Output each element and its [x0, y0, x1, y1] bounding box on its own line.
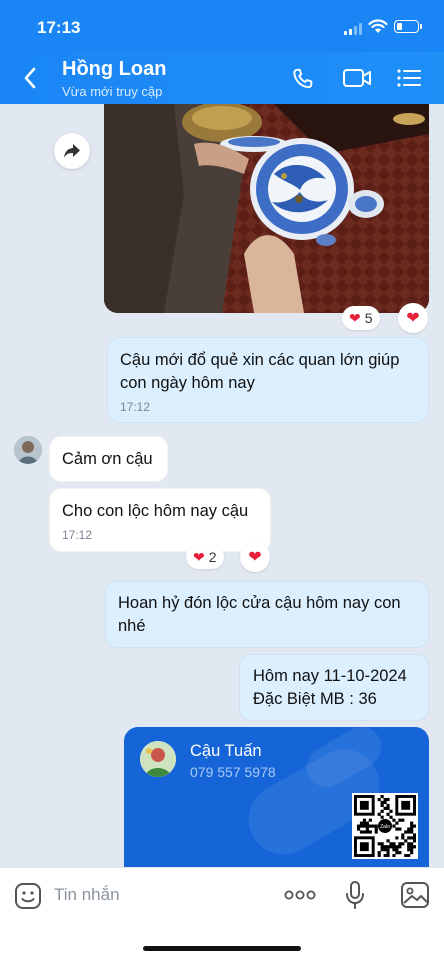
wifi-icon	[368, 19, 388, 33]
status-time: 17:13	[37, 18, 81, 37]
heart-icon: ❤	[193, 548, 205, 565]
forward-icon	[64, 144, 80, 158]
message-bubble-outgoing[interactable]: Cậu mới đổ quẻ xin các quan lớn giúp con…	[107, 337, 429, 423]
message-bubble-outgoing[interactable]: Hôm nay 11-10-2024 Đặc Biệt MB : 36	[239, 654, 429, 721]
signal-icon	[344, 23, 362, 35]
message-input[interactable]: Tin nhắn	[54, 885, 120, 905]
message-text: Cậu mới đổ quẻ xin các quan lớn giúp con…	[120, 351, 400, 392]
contact-card-name: Cậu Tuấn	[190, 742, 262, 760]
sender-avatar[interactable]	[14, 436, 42, 464]
forward-button[interactable]	[54, 133, 90, 169]
photo-message[interactable]	[104, 104, 429, 313]
contact-card-avatar	[140, 741, 176, 777]
svg-text:Zalo: Zalo	[380, 824, 390, 830]
message-text: Cho con lộc hôm nay cậu	[62, 502, 249, 520]
message-bubble-incoming[interactable]: Cảm ơn cậu	[49, 436, 168, 482]
message-bubble-outgoing[interactable]: Hoan hỷ đón lộc cửa cậu hôm nay con nhé	[105, 581, 429, 648]
message-time: 17:12	[62, 528, 93, 542]
phone-icon[interactable]	[290, 66, 316, 92]
react-heart-button[interactable]: ❤	[398, 303, 428, 333]
image-icon[interactable]	[400, 881, 430, 909]
message-reaction-summary[interactable]: ❤ 2	[186, 545, 224, 569]
heart-icon: ❤	[406, 310, 420, 327]
message-text: Cảm ơn cậu	[62, 450, 153, 468]
avatar-image	[14, 436, 42, 464]
message-time: 17:12	[120, 400, 151, 414]
back-arrow-icon[interactable]	[22, 65, 38, 91]
heart-icon: ❤	[349, 309, 361, 326]
contact-status: Vừa mới truy cập	[62, 84, 163, 99]
photo-content-illustration	[104, 104, 429, 313]
message-text: Hoan hỷ đón lộc cửa cậu hôm nay con nhé	[118, 594, 401, 635]
photo-reaction-summary[interactable]: ❤ 5	[342, 306, 380, 330]
sticker-icon[interactable]	[14, 882, 42, 910]
heart-icon: ❤	[248, 549, 262, 566]
battery-icon	[394, 20, 422, 33]
status-bar: 17:13	[0, 0, 444, 52]
react-heart-button[interactable]: ❤	[240, 542, 270, 572]
microphone-icon[interactable]	[344, 880, 366, 910]
contact-qr-code[interactable]: Zalo	[352, 793, 418, 859]
home-indicator	[143, 946, 301, 951]
message-text-line2: Đặc Biệt MB : 36	[253, 690, 377, 708]
chat-header: Hồng Loan Vừa mới truy cập	[0, 52, 444, 104]
contact-card[interactable]: Cậu Tuấn 079 557 5978 Zalo	[124, 727, 429, 867]
reaction-count: 2	[208, 549, 217, 565]
more-icon[interactable]	[284, 890, 316, 900]
qr-code-image: Zalo	[354, 795, 417, 858]
contact-name[interactable]: Hồng Loan	[62, 58, 166, 81]
menu-list-icon[interactable]	[396, 66, 422, 90]
contact-card-phone[interactable]: 079 557 5978	[190, 764, 276, 780]
message-text-line1: Hôm nay 11-10-2024	[253, 667, 407, 685]
reaction-count: 5	[364, 310, 373, 326]
video-icon[interactable]	[342, 66, 372, 90]
message-bubble-incoming[interactable]: Cho con lộc hôm nay cậu 17:12	[49, 488, 271, 552]
message-composer: Tin nhắn	[0, 867, 444, 961]
